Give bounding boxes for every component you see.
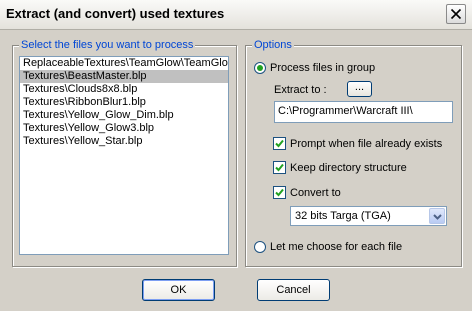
options-groupbox <box>245 45 462 267</box>
process-in-group-radio[interactable] <box>254 62 266 74</box>
extract-path-input[interactable]: C:\Programmer\Warcraft III\ <box>274 101 453 123</box>
checkmark-icon <box>275 139 284 148</box>
prompt-label[interactable]: Prompt when file already exists <box>290 138 442 150</box>
radio-selected-dot <box>257 65 263 71</box>
prompt-checkbox[interactable] <box>273 137 286 150</box>
checkmark-icon <box>275 188 284 197</box>
chevron-down-icon <box>433 214 442 220</box>
choose-each-label[interactable]: Let me choose for each file <box>270 241 402 253</box>
convert-format-value: 32 bits Targa (TGA) <box>295 210 391 222</box>
list-item[interactable]: ReplaceableTextures\TeamGlow\TeamGlo <box>20 57 228 70</box>
keep-dir-label[interactable]: Keep directory structure <box>290 162 407 174</box>
choose-each-radio[interactable] <box>254 241 266 253</box>
list-item[interactable]: Textures\Clouds8x8.blp <box>20 83 228 96</box>
list-item[interactable]: Textures\BeastMaster.blp <box>20 70 228 83</box>
list-item[interactable]: Textures\Yellow_Glow3.blp <box>20 122 228 135</box>
cancel-button[interactable]: Cancel <box>257 279 330 301</box>
dropdown-button[interactable] <box>429 208 445 224</box>
file-list: ReplaceableTextures\TeamGlow\TeamGlo Text… <box>20 57 228 148</box>
browse-button[interactable]: ... <box>347 81 372 97</box>
files-listbox[interactable]: ReplaceableTextures\TeamGlow\TeamGlo Text… <box>19 56 229 255</box>
convert-checkbox[interactable] <box>273 186 286 199</box>
title-bar: Extract (and convert) used textures <box>0 0 472 30</box>
close-button[interactable] <box>446 4 466 24</box>
list-item[interactable]: Textures\Yellow_Star.blp <box>20 135 228 148</box>
convert-format-select[interactable]: 32 bits Targa (TGA) <box>290 206 447 226</box>
list-item[interactable]: Textures\Yellow_Glow_Dim.blp <box>20 109 228 122</box>
extract-to-label: Extract to : <box>274 84 327 96</box>
list-item[interactable]: Textures\RibbonBlur1.blp <box>20 96 228 109</box>
convert-label[interactable]: Convert to <box>290 187 341 199</box>
close-icon <box>450 8 462 20</box>
options-group-legend: Options <box>252 39 294 51</box>
keep-dir-checkbox[interactable] <box>273 161 286 174</box>
checkmark-icon <box>275 163 284 172</box>
files-group-legend: Select the files you want to process <box>19 39 196 51</box>
window-title: Extract (and convert) used textures <box>6 6 225 21</box>
ok-button[interactable]: OK <box>142 279 215 301</box>
process-in-group-label[interactable]: Process files in group <box>270 62 375 74</box>
